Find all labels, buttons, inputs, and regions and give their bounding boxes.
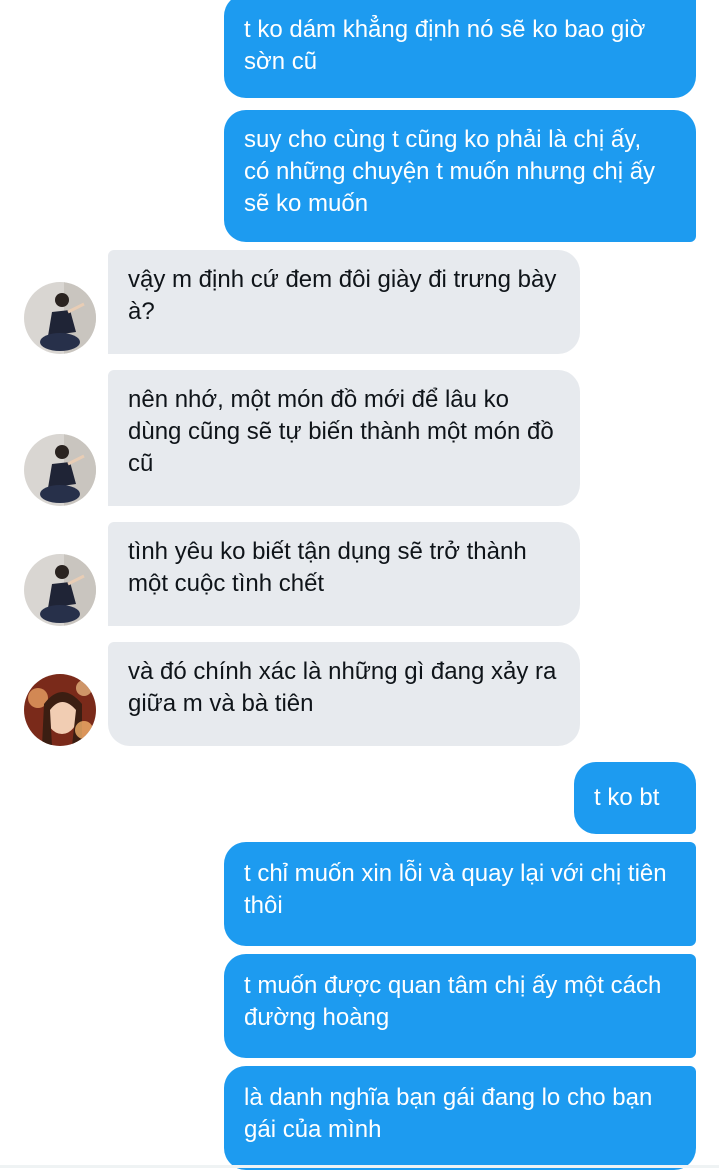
profile-photo-icon bbox=[24, 554, 96, 626]
message-bubble-sent[interactable]: t muốn được quan tâm chị ấy một cách đườ… bbox=[224, 954, 696, 1058]
friend-a-avatar[interactable] bbox=[24, 282, 96, 354]
profile-photo-icon bbox=[24, 674, 96, 746]
friend-a-avatar[interactable] bbox=[24, 554, 96, 626]
message-bubble-sent[interactable]: t ko dám khẳng định nó sẽ ko bao giờ sờn… bbox=[224, 0, 696, 98]
message-bubble-sent[interactable]: t ko bt bbox=[574, 762, 696, 834]
friend-a-avatar[interactable] bbox=[24, 434, 96, 506]
profile-photo-icon bbox=[24, 434, 96, 506]
message-bubble-sent[interactable]: t chỉ muốn xin lỗi và quay lại với chị t… bbox=[224, 842, 696, 946]
message-bubble-sent[interactable]: là danh nghĩa bạn gái đang lo cho bạn gá… bbox=[224, 1066, 696, 1170]
message-bubble-received[interactable]: và đó chính xác là những gì đang xảy ra … bbox=[108, 642, 580, 746]
friend-b-avatar[interactable] bbox=[24, 674, 96, 746]
dm-conversation: t ko dám khẳng định nó sẽ ko bao giờ sờn… bbox=[0, 0, 719, 1170]
message-bubble-sent[interactable]: suy cho cùng t cũng ko phải là chị ấy, c… bbox=[224, 110, 696, 242]
message-bubble-received[interactable]: nên nhớ, một món đồ mới để lâu ko dùng c… bbox=[108, 370, 580, 506]
profile-photo-icon bbox=[24, 282, 96, 354]
message-bubble-received[interactable]: vậy m định cứ đem đôi giày đi trưng bày … bbox=[108, 250, 580, 354]
message-bubble-received[interactable]: tình yêu ko biết tận dụng sẽ trở thành m… bbox=[108, 522, 580, 626]
